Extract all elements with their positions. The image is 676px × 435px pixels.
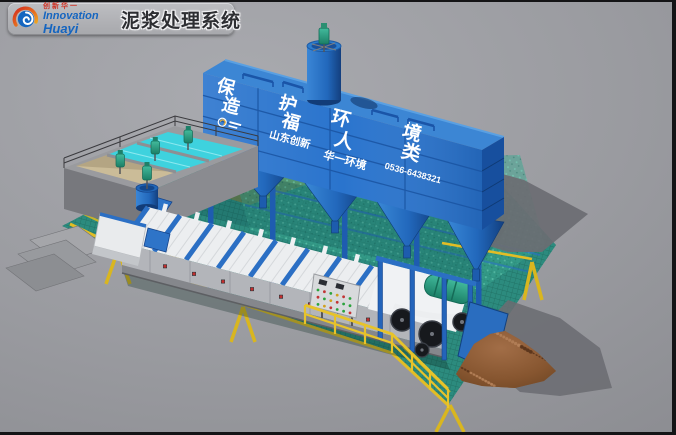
brand-chinese-name: 创新华一 bbox=[43, 3, 115, 10]
silo-right-face bbox=[482, 137, 504, 230]
brand-plaque: 创新华一 Innovation Huayi 泥浆处理系统 bbox=[8, 3, 234, 35]
plant-3d-render: 保 造 护 福 山东创新 环 人 华一环境 境 类 0536-6438321 bbox=[0, 0, 676, 435]
brand-name-line2: Huayi bbox=[43, 22, 115, 35]
system-title: 泥浆处理系统 bbox=[121, 6, 241, 33]
huayi-swirl-icon bbox=[12, 5, 40, 33]
render-viewport: 保 造 护 福 山东创新 环 人 华一环境 境 类 0536-6438321 bbox=[0, 0, 676, 435]
